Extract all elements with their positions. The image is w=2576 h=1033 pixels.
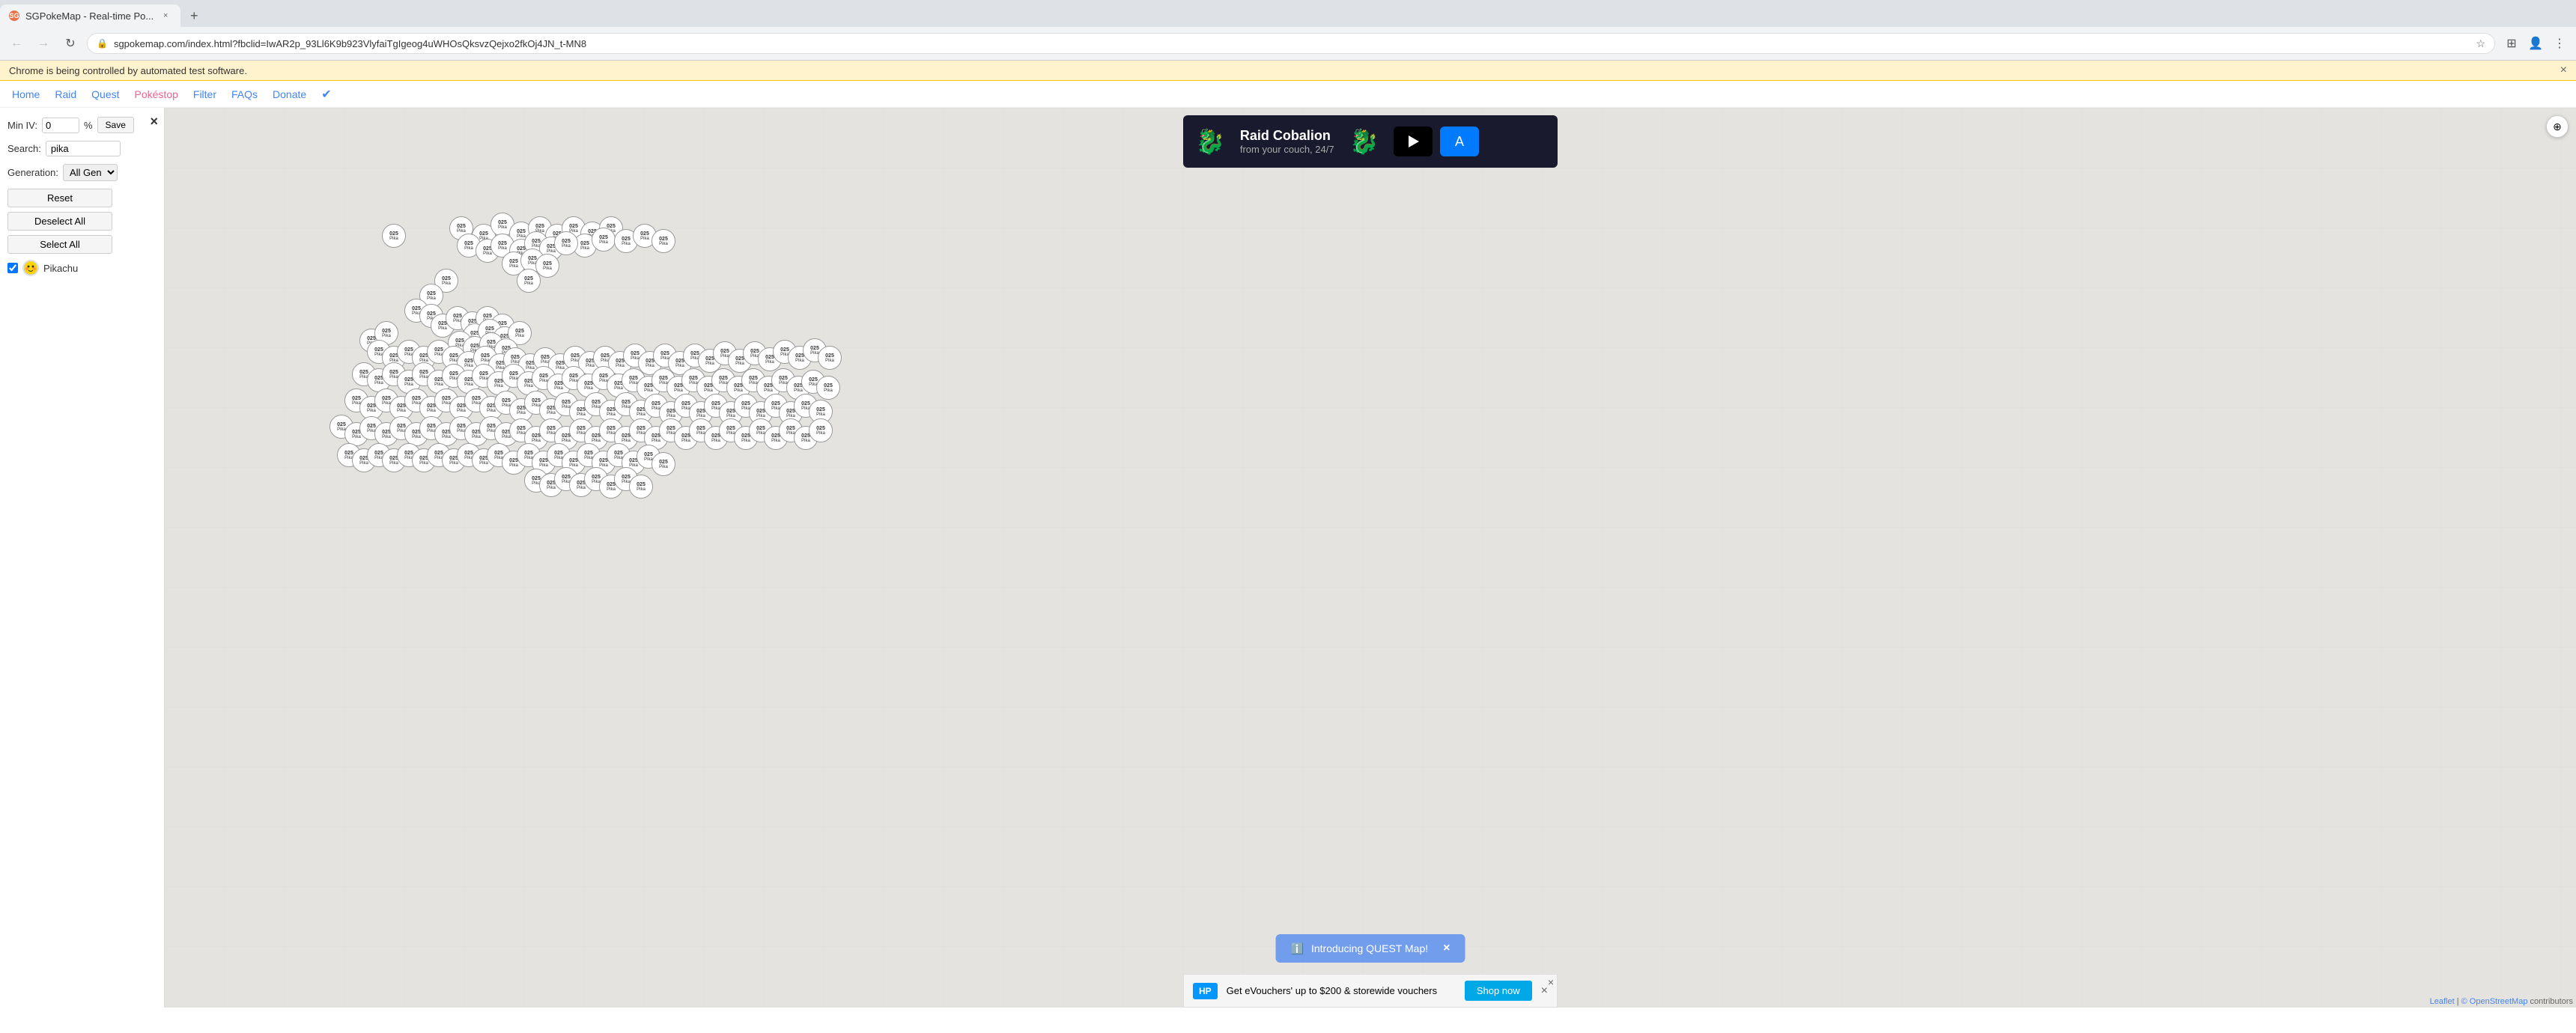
map-area[interactable]: 🐉 Raid Cobalion from your couch, 24/7 🐉: [165, 108, 2576, 1008]
min-iv-row: Min IV: % Save: [7, 117, 157, 133]
raid-ad-title: Raid Cobalion: [1240, 128, 1334, 144]
pokemon-marker[interactable]: 025Pika: [592, 228, 616, 252]
ad-brand-logo: HP: [1193, 983, 1218, 999]
quest-info-icon: ℹ️: [1291, 942, 1304, 955]
quest-notification-text: Introducing QUEST Map!: [1311, 942, 1428, 954]
generation-label: Generation:: [7, 167, 58, 178]
raid-ad-container: 🐉 Raid Cobalion from your couch, 24/7 🐉: [1183, 115, 1558, 168]
nav-faqs-link[interactable]: FAQs: [231, 88, 258, 100]
bottom-ad-content: HP Get eVouchers' up to $200 & storewide…: [1184, 975, 1557, 1007]
leaflet-link[interactable]: Leaflet: [2430, 997, 2455, 1006]
pokemon-marker[interactable]: 025Pika: [517, 269, 541, 293]
map-attribution: Leaflet | © OpenStreetMap contributors: [2430, 997, 2573, 1006]
back-button[interactable]: ←: [6, 33, 27, 54]
nav-quest-link[interactable]: Quest: [91, 88, 119, 100]
deselect-all-button[interactable]: Deselect All: [7, 212, 112, 231]
ad-text: Get eVouchers' up to $200 & storewide vo…: [1227, 985, 1456, 996]
pikachu-icon: [22, 260, 39, 276]
ad-voucher-text: Get eVouchers' up to $200 & storewide vo…: [1227, 985, 1437, 996]
pokemon-marker[interactable]: 025Pika: [382, 224, 406, 248]
pokemon-marker[interactable]: 025Pika: [629, 475, 653, 499]
google-play-button[interactable]: [1394, 127, 1433, 156]
min-iv-pct: %: [84, 120, 93, 131]
raid-pokemon-icon-left: 🐉: [1195, 127, 1225, 156]
toolbar-actions: ⊞ 👤 ⋮: [2501, 33, 2570, 54]
pokemon-marker[interactable]: 025Pika: [554, 231, 578, 255]
pikachu-checkbox[interactable]: [7, 263, 18, 273]
pokemon-marker[interactable]: 025Pika: [651, 229, 675, 253]
search-row: Search:: [7, 141, 157, 156]
main-container: × Min IV: % Save Search: Generation: All…: [0, 108, 2576, 1008]
automation-close-button[interactable]: ×: [2560, 64, 2567, 77]
nav-donate-link[interactable]: Donate: [273, 88, 306, 100]
tab-title: SGPokeMap - Real-time Po...: [25, 10, 154, 22]
pokemon-marker[interactable]: 025Pika: [651, 452, 675, 476]
profile-button[interactable]: 👤: [2525, 33, 2546, 54]
nav-filter-link[interactable]: Filter: [193, 88, 216, 100]
new-tab-button[interactable]: +: [183, 5, 204, 26]
pokemon-marker[interactable]: 025Pika: [816, 376, 840, 400]
app-store-button[interactable]: A: [1440, 127, 1479, 156]
osm-link[interactable]: © OpenStreetMap: [2461, 997, 2528, 1006]
min-iv-input[interactable]: [42, 118, 79, 133]
address-text: sgpokemap.com/index.html?fbclid=IwAR2p_9…: [114, 38, 2470, 49]
pokemon-list-item: Pikachu: [7, 260, 157, 276]
bottom-ad-banner: × HP Get eVouchers' up to $200 & storewi…: [1183, 974, 1558, 1008]
pokemon-marker[interactable]: 025Pika: [809, 418, 833, 442]
address-bar[interactable]: 🔒 sgpokemap.com/index.html?fbclid=IwAR2p…: [87, 33, 2495, 54]
quest-notification-close[interactable]: ×: [1443, 942, 1450, 955]
bookmark-icon[interactable]: ☆: [2476, 37, 2485, 50]
sidebar-close-button[interactable]: ×: [150, 114, 158, 129]
nav-home-link[interactable]: Home: [12, 88, 40, 100]
raid-ad-subtitle: from your couch, 24/7: [1240, 144, 1334, 155]
ad-store-buttons: A: [1394, 127, 1479, 156]
min-iv-label: Min IV:: [7, 120, 37, 131]
tab-close-button[interactable]: ×: [160, 10, 171, 22]
raid-pokemon-icon-right: 🐉: [1349, 127, 1379, 156]
attribution-contributors: contributors: [2530, 997, 2573, 1006]
address-bar-row: ← → ↻ 🔒 sgpokemap.com/index.html?fbclid=…: [0, 27, 2576, 60]
quest-notification: ℹ️ Introducing QUEST Map! ×: [1276, 934, 1465, 963]
sidebar-action-buttons: Reset Deselect All Select All: [7, 189, 157, 254]
active-tab[interactable]: SG SGPokeMap - Real-time Po... ×: [0, 4, 180, 27]
reload-button[interactable]: ↻: [60, 33, 81, 54]
nav-raid-link[interactable]: Raid: [55, 88, 76, 100]
tab-favicon: SG: [9, 10, 19, 21]
compass-button[interactable]: ⊕: [2546, 115, 2569, 138]
forward-button[interactable]: →: [33, 33, 54, 54]
select-all-button[interactable]: Select All: [7, 235, 112, 254]
pikachu-name: Pikachu: [43, 263, 78, 274]
nav-pokestop-link[interactable]: Pokéstop: [135, 88, 178, 100]
search-label: Search:: [7, 143, 41, 154]
browser-chrome: SG SGPokeMap - Real-time Po... × + ← → ↻…: [0, 0, 2576, 61]
extensions-button[interactable]: ⊞: [2501, 33, 2522, 54]
reset-button[interactable]: Reset: [7, 189, 112, 207]
sidebar: × Min IV: % Save Search: Generation: All…: [0, 108, 165, 1008]
raid-ad-text: Raid Cobalion from your couch, 24/7: [1240, 128, 1334, 155]
tab-bar: SG SGPokeMap - Real-time Po... × +: [0, 0, 2576, 27]
menu-button[interactable]: ⋮: [2549, 33, 2570, 54]
automation-bar: Chrome is being controlled by automated …: [0, 61, 2576, 81]
bottom-ad-close-button[interactable]: ×: [1548, 976, 1554, 988]
lock-icon: 🔒: [97, 38, 108, 49]
shop-now-button[interactable]: Shop now: [1465, 981, 1532, 1001]
ad-close-x[interactable]: ×: [1541, 984, 1548, 998]
generation-select[interactable]: All Gen Gen 1 Gen 2 Gen 3 Gen 4 Gen 5: [63, 164, 118, 181]
svg-text:A: A: [1455, 134, 1464, 149]
save-button[interactable]: Save: [97, 117, 134, 133]
generation-row: Generation: All Gen Gen 1 Gen 2 Gen 3 Ge…: [7, 164, 157, 181]
site-nav: Home Raid Quest Pokéstop Filter FAQs Don…: [0, 81, 2576, 108]
verified-badge: ✔: [321, 87, 331, 102]
search-input[interactable]: [46, 141, 121, 156]
automation-text: Chrome is being controlled by automated …: [9, 65, 247, 76]
ad-banner: 🐉 Raid Cobalion from your couch, 24/7 🐉: [1183, 115, 1558, 168]
pokemon-marker[interactable]: 025Pika: [818, 346, 842, 370]
